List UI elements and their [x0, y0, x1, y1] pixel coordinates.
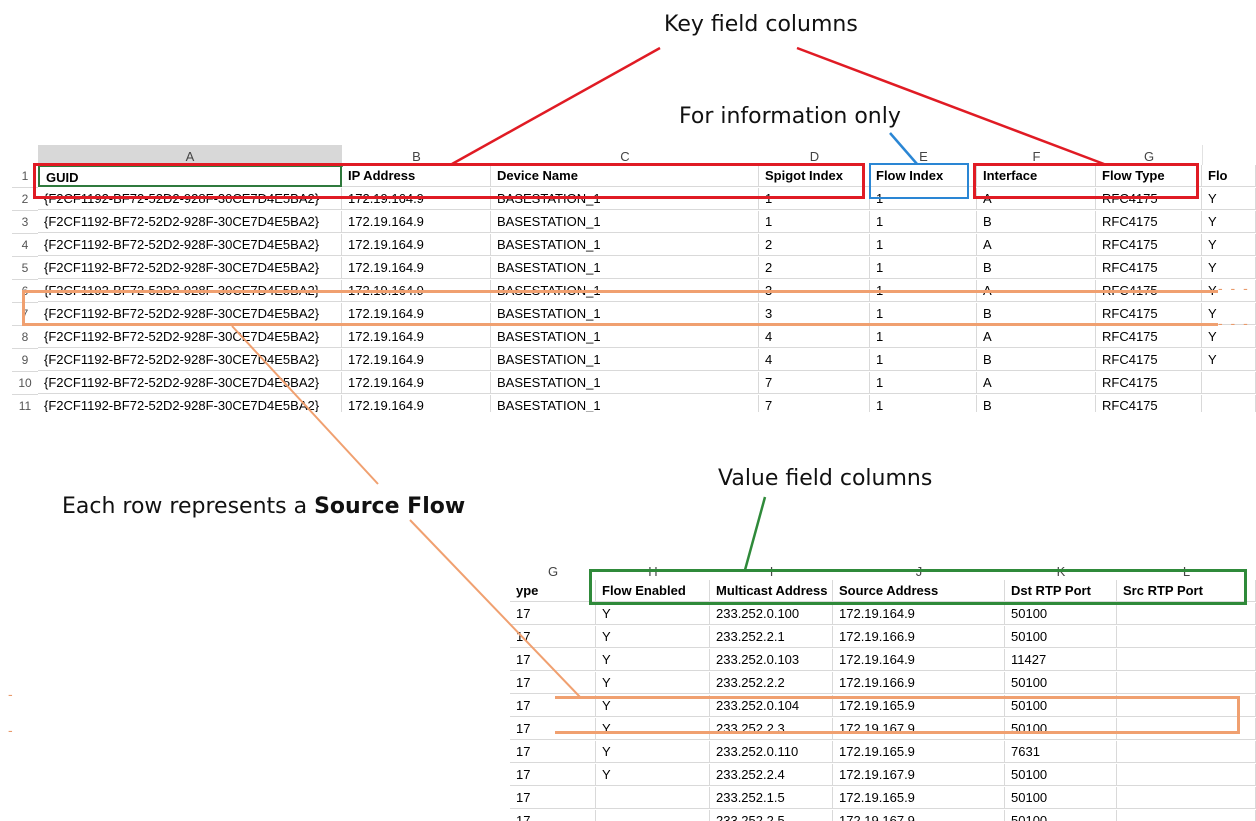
key-line-left	[451, 46, 661, 166]
info-line	[889, 132, 918, 165]
value-line	[743, 496, 767, 571]
row-line-bottom	[409, 519, 581, 698]
row-line-top	[231, 325, 379, 485]
connector-lines	[231, 46, 1105, 698]
key-line-right	[796, 46, 1105, 166]
